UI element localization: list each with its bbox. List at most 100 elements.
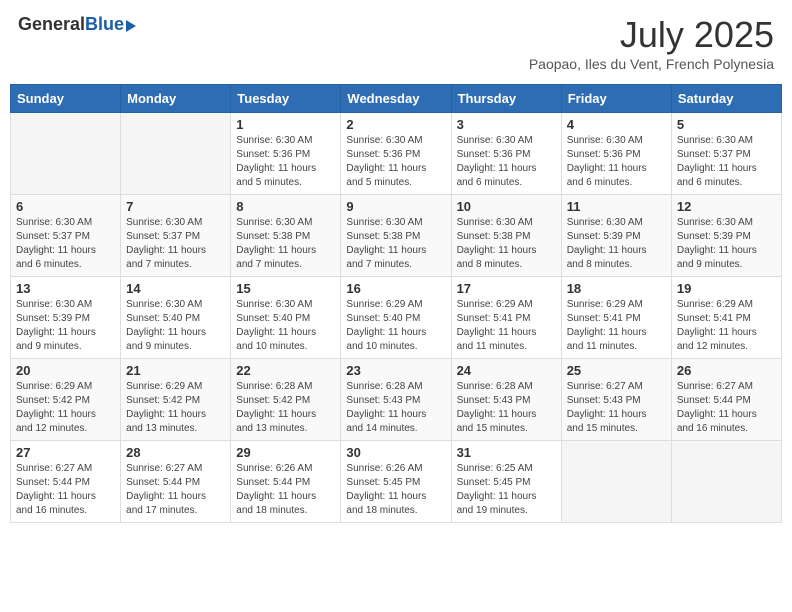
day-number: 28 bbox=[126, 445, 225, 460]
day-info: Sunrise: 6:30 AMSunset: 5:38 PMDaylight:… bbox=[236, 216, 335, 272]
day-number: 24 bbox=[457, 363, 556, 378]
logo: General Blue bbox=[18, 14, 136, 35]
day-info: Sunrise: 6:25 AMSunset: 5:45 PMDaylight:… bbox=[457, 462, 556, 518]
day-info: Sunrise: 6:28 AMSunset: 5:43 PMDaylight:… bbox=[457, 380, 556, 436]
day-info: Sunrise: 6:27 AMSunset: 5:44 PMDaylight:… bbox=[126, 462, 225, 518]
day-number: 29 bbox=[236, 445, 335, 460]
calendar-cell: 10 Sunrise: 6:30 AMSunset: 5:38 PMDayligh… bbox=[451, 195, 561, 277]
day-number: 4 bbox=[567, 117, 666, 132]
day-info: Sunrise: 6:29 AMSunset: 5:41 PMDaylight:… bbox=[567, 298, 666, 354]
weekday-header-saturday: Saturday bbox=[671, 85, 781, 113]
day-number: 25 bbox=[567, 363, 666, 378]
day-number: 2 bbox=[346, 117, 445, 132]
calendar-cell: 12 Sunrise: 6:30 AMSunset: 5:39 PMDayligh… bbox=[671, 195, 781, 277]
calendar-cell: 29 Sunrise: 6:26 AMSunset: 5:44 PMDayligh… bbox=[231, 441, 341, 523]
day-info: Sunrise: 6:29 AMSunset: 5:41 PMDaylight:… bbox=[457, 298, 556, 354]
calendar-week-2: 6 Sunrise: 6:30 AMSunset: 5:37 PMDaylight… bbox=[11, 195, 782, 277]
day-info: Sunrise: 6:27 AMSunset: 5:44 PMDaylight:… bbox=[16, 462, 115, 518]
day-number: 26 bbox=[677, 363, 776, 378]
day-info: Sunrise: 6:29 AMSunset: 5:42 PMDaylight:… bbox=[16, 380, 115, 436]
day-number: 10 bbox=[457, 199, 556, 214]
calendar-cell: 25 Sunrise: 6:27 AMSunset: 5:43 PMDayligh… bbox=[561, 359, 671, 441]
logo-blue-text: Blue bbox=[85, 14, 124, 35]
day-number: 27 bbox=[16, 445, 115, 460]
day-number: 20 bbox=[16, 363, 115, 378]
calendar-table: SundayMondayTuesdayWednesdayThursdayFrid… bbox=[10, 84, 782, 523]
day-info: Sunrise: 6:29 AMSunset: 5:40 PMDaylight:… bbox=[346, 298, 445, 354]
calendar-week-4: 20 Sunrise: 6:29 AMSunset: 5:42 PMDayligh… bbox=[11, 359, 782, 441]
calendar-cell: 8 Sunrise: 6:30 AMSunset: 5:38 PMDaylight… bbox=[231, 195, 341, 277]
calendar-cell: 16Sunrise: 6:29 AMSunset: 5:40 PMDayligh… bbox=[341, 277, 451, 359]
calendar-cell: 11 Sunrise: 6:30 AMSunset: 5:39 PMDayligh… bbox=[561, 195, 671, 277]
day-info: Sunrise: 6:29 AMSunset: 5:41 PMDaylight:… bbox=[677, 298, 776, 354]
calendar-cell: 5Sunrise: 6:30 AMSunset: 5:37 PMDaylight… bbox=[671, 113, 781, 195]
day-info: Sunrise: 6:30 AMSunset: 5:40 PMDaylight:… bbox=[236, 298, 335, 354]
calendar-cell bbox=[11, 113, 121, 195]
day-info: Sunrise: 6:28 AMSunset: 5:43 PMDaylight:… bbox=[346, 380, 445, 436]
calendar-cell: 24 Sunrise: 6:28 AMSunset: 5:43 PMDayligh… bbox=[451, 359, 561, 441]
day-number: 11 bbox=[567, 199, 666, 214]
calendar-cell: 28 Sunrise: 6:27 AMSunset: 5:44 PMDayligh… bbox=[121, 441, 231, 523]
calendar-cell: 13 Sunrise: 6:30 AMSunset: 5:39 PMDayligh… bbox=[11, 277, 121, 359]
day-info: Sunrise: 6:27 AMSunset: 5:43 PMDaylight:… bbox=[567, 380, 666, 436]
calendar-cell bbox=[671, 441, 781, 523]
calendar-week-5: 27 Sunrise: 6:27 AMSunset: 5:44 PMDayligh… bbox=[11, 441, 782, 523]
day-info: Sunrise: 6:26 AMSunset: 5:45 PMDaylight:… bbox=[346, 462, 445, 518]
title-section: July 2025 Paopao, Iles du Vent, French P… bbox=[529, 14, 774, 72]
weekday-header-wednesday: Wednesday bbox=[341, 85, 451, 113]
day-number: 19 bbox=[677, 281, 776, 296]
day-info: Sunrise: 6:30 AMSunset: 5:37 PMDaylight:… bbox=[677, 134, 776, 190]
calendar-cell: 15 Sunrise: 6:30 AMSunset: 5:40 PMDayligh… bbox=[231, 277, 341, 359]
calendar-cell: 26Sunrise: 6:27 AMSunset: 5:44 PMDayligh… bbox=[671, 359, 781, 441]
weekday-row: SundayMondayTuesdayWednesdayThursdayFrid… bbox=[11, 85, 782, 113]
weekday-header-tuesday: Tuesday bbox=[231, 85, 341, 113]
calendar-body: 1Sunrise: 6:30 AMSunset: 5:36 PMDaylight… bbox=[11, 113, 782, 523]
weekday-header-thursday: Thursday bbox=[451, 85, 561, 113]
day-info: Sunrise: 6:30 AMSunset: 5:39 PMDaylight:… bbox=[567, 216, 666, 272]
day-info: Sunrise: 6:30 AMSunset: 5:39 PMDaylight:… bbox=[677, 216, 776, 272]
calendar-cell: 6 Sunrise: 6:30 AMSunset: 5:37 PMDaylight… bbox=[11, 195, 121, 277]
calendar-cell: 23Sunrise: 6:28 AMSunset: 5:43 PMDayligh… bbox=[341, 359, 451, 441]
day-number: 17 bbox=[457, 281, 556, 296]
weekday-header-sunday: Sunday bbox=[11, 85, 121, 113]
weekday-header-monday: Monday bbox=[121, 85, 231, 113]
calendar-cell: 1Sunrise: 6:30 AMSunset: 5:36 PMDaylight… bbox=[231, 113, 341, 195]
calendar-cell: 30Sunrise: 6:26 AMSunset: 5:45 PMDayligh… bbox=[341, 441, 451, 523]
calendar-cell: 19 Sunrise: 6:29 AMSunset: 5:41 PMDayligh… bbox=[671, 277, 781, 359]
day-info: Sunrise: 6:30 AMSunset: 5:37 PMDaylight:… bbox=[126, 216, 225, 272]
day-info: Sunrise: 6:30 AMSunset: 5:38 PMDaylight:… bbox=[346, 216, 445, 272]
day-number: 31 bbox=[457, 445, 556, 460]
day-info: Sunrise: 6:30 AMSunset: 5:40 PMDaylight:… bbox=[126, 298, 225, 354]
day-info: Sunrise: 6:29 AMSunset: 5:42 PMDaylight:… bbox=[126, 380, 225, 436]
calendar-cell: 20 Sunrise: 6:29 AMSunset: 5:42 PMDayligh… bbox=[11, 359, 121, 441]
logo-general-text: General bbox=[18, 14, 85, 35]
day-number: 6 bbox=[16, 199, 115, 214]
day-info: Sunrise: 6:30 AMSunset: 5:37 PMDaylight:… bbox=[16, 216, 115, 272]
day-number: 9 bbox=[346, 199, 445, 214]
calendar-week-1: 1Sunrise: 6:30 AMSunset: 5:36 PMDaylight… bbox=[11, 113, 782, 195]
day-number: 15 bbox=[236, 281, 335, 296]
day-info: Sunrise: 6:26 AMSunset: 5:44 PMDaylight:… bbox=[236, 462, 335, 518]
day-number: 8 bbox=[236, 199, 335, 214]
day-info: Sunrise: 6:30 AMSunset: 5:38 PMDaylight:… bbox=[457, 216, 556, 272]
calendar-cell: 2 Sunrise: 6:30 AMSunset: 5:36 PMDaylight… bbox=[341, 113, 451, 195]
day-number: 18 bbox=[567, 281, 666, 296]
calendar-cell: 27 Sunrise: 6:27 AMSunset: 5:44 PMDayligh… bbox=[11, 441, 121, 523]
day-info: Sunrise: 6:30 AMSunset: 5:36 PMDaylight:… bbox=[346, 134, 445, 190]
calendar-cell: 7Sunrise: 6:30 AMSunset: 5:37 PMDaylight… bbox=[121, 195, 231, 277]
day-info: Sunrise: 6:30 AMSunset: 5:36 PMDaylight:… bbox=[236, 134, 335, 190]
day-number: 13 bbox=[16, 281, 115, 296]
logo-arrow-icon bbox=[126, 20, 136, 32]
calendar-header: SundayMondayTuesdayWednesdayThursdayFrid… bbox=[11, 85, 782, 113]
location-title: Paopao, Iles du Vent, French Polynesia bbox=[529, 56, 774, 72]
day-info: Sunrise: 6:30 AMSunset: 5:39 PMDaylight:… bbox=[16, 298, 115, 354]
weekday-header-friday: Friday bbox=[561, 85, 671, 113]
calendar-cell: 4Sunrise: 6:30 AMSunset: 5:36 PMDaylight… bbox=[561, 113, 671, 195]
month-title: July 2025 bbox=[529, 14, 774, 56]
page-header: General Blue July 2025 Paopao, Iles du V… bbox=[10, 10, 782, 76]
day-number: 12 bbox=[677, 199, 776, 214]
calendar-cell: 17 Sunrise: 6:29 AMSunset: 5:41 PMDayligh… bbox=[451, 277, 561, 359]
day-number: 14 bbox=[126, 281, 225, 296]
calendar-cell: 9 Sunrise: 6:30 AMSunset: 5:38 PMDaylight… bbox=[341, 195, 451, 277]
day-number: 3 bbox=[457, 117, 556, 132]
